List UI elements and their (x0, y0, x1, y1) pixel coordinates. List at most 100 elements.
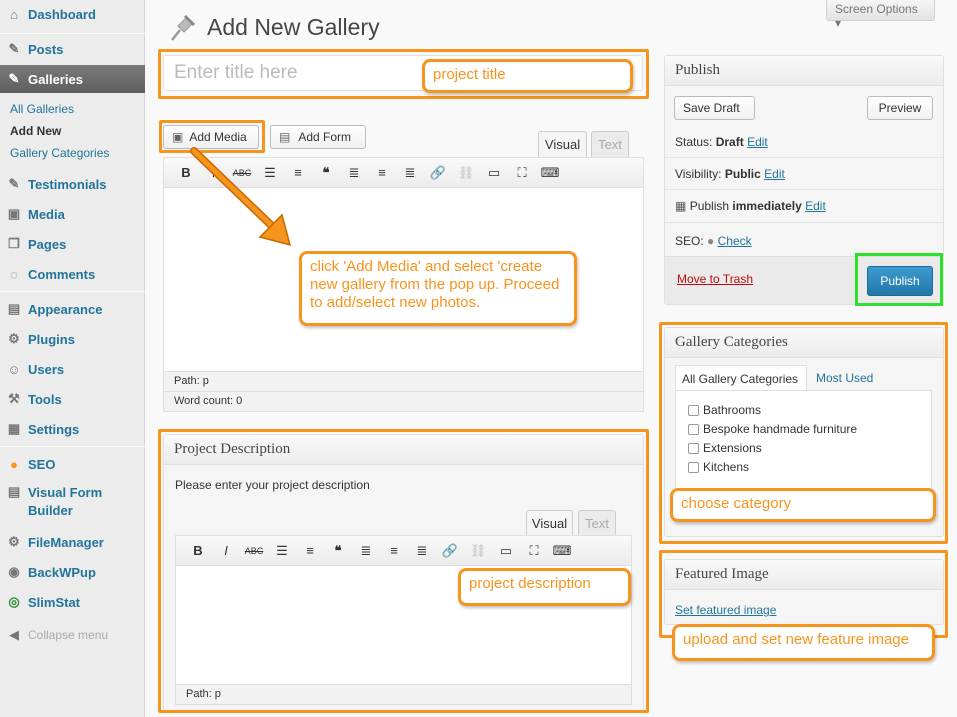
menu-filemanager[interactable]: ⚙ FileManager (0, 529, 145, 555)
seo-check-link[interactable]: Check (718, 234, 752, 248)
category-label: Bespoke handmade furniture (703, 422, 858, 436)
submenu-add-new[interactable]: Add New (10, 124, 61, 138)
menu-slimstat[interactable]: ◎ SlimStat (0, 589, 145, 615)
align-center-button[interactable]: ≡ (368, 165, 396, 180)
comment-icon: ◌ (10, 266, 18, 282)
menu-tools[interactable]: ⚒ Tools (0, 386, 145, 412)
fullscreen-button[interactable]: ⛶ (508, 165, 536, 181)
menu-users[interactable]: ☺ Users (0, 356, 145, 382)
dashboard-icon: ⌂ (10, 6, 18, 22)
align-center-button[interactable]: ≡ (380, 543, 408, 558)
visibility-row: Visibility: Public Edit (675, 167, 785, 181)
unlink-button[interactable]: ⛓ (464, 543, 492, 559)
tab-all-categories[interactable]: All Gallery Categories (675, 365, 807, 391)
collapse-menu[interactable]: ◀ Collapse menu (0, 622, 145, 648)
menu-galleries[interactable]: ✎ Galleries (0, 65, 145, 93)
stats-icon: ◎ (8, 594, 20, 609)
align-right-button[interactable]: ≣ (396, 165, 424, 181)
word-count: Word count: 0 (164, 391, 643, 411)
editor-path: Path: p (164, 371, 643, 391)
screen-options-button[interactable]: Screen Options ▾ (826, 0, 935, 30)
menu-label: Posts (28, 41, 64, 57)
menu-appearance[interactable]: ▤ Appearance (0, 296, 145, 322)
tab-visual[interactable]: Visual (538, 131, 587, 157)
tools-icon: ⚒ (8, 391, 20, 406)
description-path: Path: p (176, 684, 631, 704)
tab-most-used[interactable]: Most Used (816, 371, 873, 385)
menu-label: Comments (28, 266, 96, 282)
annotation-add-media-note: click 'Add Media' and select 'create new… (299, 251, 577, 326)
align-left-button[interactable]: ≣ (340, 165, 368, 181)
checkbox[interactable] (688, 461, 699, 473)
category-item[interactable]: Kitchens (688, 460, 749, 474)
menu-testimonials[interactable]: ✎ Testimonials (0, 171, 145, 197)
pages-icon: ❐ (8, 236, 20, 251)
menu-separator (0, 291, 145, 292)
annotation-publish-highlight (855, 253, 943, 306)
category-item[interactable]: Bespoke handmade furniture (688, 422, 857, 436)
divider (665, 189, 943, 190)
menu-backwpup[interactable]: ◉ BackWPup (0, 559, 145, 585)
featured-image-box: Featured Image Set featured image (664, 559, 944, 625)
numbered-list-button[interactable]: ≡ (296, 543, 324, 558)
menu-label: SEO (28, 456, 56, 472)
align-left-button[interactable]: ≣ (352, 543, 380, 559)
blockquote-button[interactable]: ❝ (312, 165, 340, 181)
more-tag-button[interactable]: ▭ (492, 543, 520, 559)
italic-button[interactable]: I (212, 543, 240, 558)
edit-visibility-link[interactable]: Edit (764, 167, 785, 181)
publish-heading: Publish (665, 56, 943, 86)
menu-settings[interactable]: ▦ Settings (0, 416, 145, 442)
category-label: Kitchens (703, 460, 750, 474)
checkbox[interactable] (688, 404, 699, 416)
menu-label: Tools (28, 391, 62, 407)
category-item[interactable]: Extensions (688, 441, 762, 455)
save-draft-button[interactable]: Save Draft (674, 96, 755, 120)
blockquote-button[interactable]: ❝ (324, 543, 352, 559)
menu-label: Media (28, 206, 65, 222)
edit-date-link[interactable]: Edit (805, 199, 826, 213)
pushpin-icon: ✎ (8, 41, 20, 56)
menu-label: Users (28, 361, 65, 377)
menu-plugins[interactable]: ⚙ Plugins (0, 326, 145, 352)
insert-link-button[interactable]: 🔗 (436, 543, 464, 559)
kitchen-sink-button[interactable]: ⌨ (548, 543, 576, 559)
menu-pages[interactable]: ❐ Pages (0, 231, 145, 257)
set-featured-image-link[interactable]: Set featured image (675, 603, 776, 617)
page-title: Add New Gallery (207, 14, 380, 40)
submenu-all-galleries[interactable]: All Galleries (10, 102, 74, 116)
insert-link-button[interactable]: 🔗 (424, 165, 452, 181)
menu-label: SlimStat (28, 594, 81, 610)
preview-button[interactable]: Preview (867, 96, 933, 120)
status-label: Status: (675, 135, 713, 149)
menu-comments[interactable]: ◌ Comments (0, 261, 145, 287)
menu-posts[interactable]: ✎ Posts (0, 36, 145, 62)
checkbox[interactable] (688, 442, 699, 454)
description-editor[interactable]: B I ABC ☰ ≡ ❝ ≣ ≡ ≣ 🔗 ⛓ ▭ ⛶ ⌨ Path: p (175, 535, 632, 705)
add-media-label: Add Media (189, 130, 247, 144)
description-toolbar: B I ABC ☰ ≡ ❝ ≣ ≡ ≣ 🔗 ⛓ ▭ ⛶ ⌨ (176, 536, 631, 566)
kitchen-sink-button[interactable]: ⌨ (536, 165, 564, 181)
unlink-button[interactable]: ⛓ (452, 165, 480, 181)
menu-visual-form-builder[interactable]: ▤ Visual Form Builder (0, 484, 145, 522)
submenu-gallery-categories[interactable]: Gallery Categories (10, 146, 109, 160)
menu-seo[interactable]: ● SEO (0, 451, 145, 477)
menu-label: Visual Form Builder (28, 485, 103, 518)
strikethrough-button[interactable]: ABC (240, 546, 268, 556)
fullscreen-button[interactable]: ⛶ (520, 543, 548, 559)
align-right-button[interactable]: ≣ (408, 543, 436, 559)
menu-media[interactable]: ▣ Media (0, 201, 145, 227)
tab-text-description[interactable]: Text (578, 510, 616, 536)
checkbox[interactable] (688, 423, 699, 435)
bold-button[interactable]: B (184, 543, 212, 558)
category-item[interactable]: Bathrooms (688, 403, 761, 417)
bullet-list-button[interactable]: ☰ (268, 543, 296, 559)
collapse-icon: ◀ (9, 627, 19, 642)
tab-text[interactable]: Text (591, 131, 629, 157)
more-tag-button[interactable]: ▭ (480, 165, 508, 181)
menu-dashboard[interactable]: ⌂ Dashboard (0, 1, 145, 27)
calendar-icon: ▦ (675, 199, 687, 213)
tab-visual-description[interactable]: Visual (526, 510, 573, 536)
edit-status-link[interactable]: Edit (747, 135, 768, 149)
move-to-trash-link[interactable]: Move to Trash (677, 272, 753, 286)
